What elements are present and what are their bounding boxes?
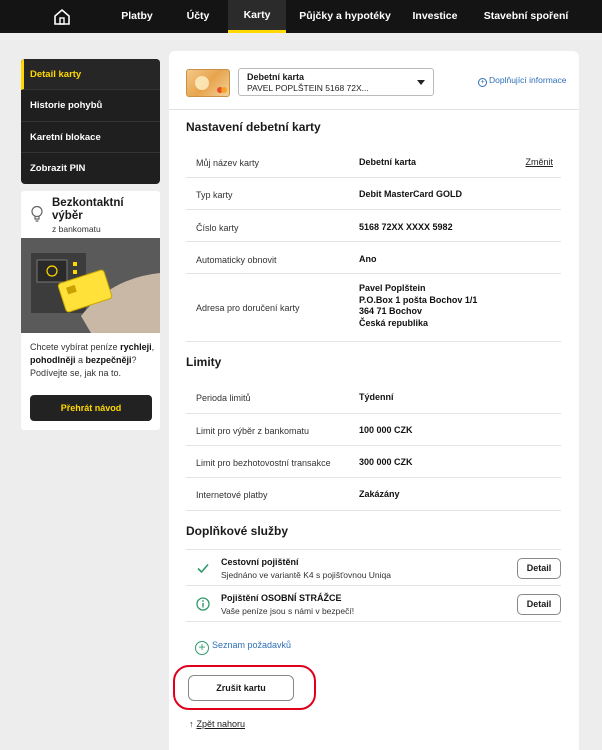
service-item-personal-guard: Pojištění OSOBNÍ STRÁŽCE Vaše peníze jso… <box>186 586 561 622</box>
card-selector-number: PAVEL POPLŠTEIN 5168 72X... <box>247 83 369 93</box>
promo-title: Bezkontaktní výběr <box>52 197 124 222</box>
card-selector-dropdown[interactable]: Debetní karta PAVEL POPLŠTEIN 5168 72X..… <box>238 68 434 96</box>
nav-pujcky[interactable]: Půjčky a hypotéky <box>296 0 394 33</box>
promo-box: Bezkontaktní výběr z bankomatu Chcete vy… <box>21 191 160 430</box>
table-row: Můj název karty Debetní karta Změnit <box>186 145 561 178</box>
settings-title: Nastavení debetní karty <box>186 120 321 134</box>
change-name-link[interactable]: Změnit <box>525 157 553 167</box>
promo-subtitle: z bankomatu <box>52 224 101 234</box>
table-row: Číslo karty 5168 72XX XXXX 5982 <box>186 210 561 242</box>
service-item-travel-insurance: Cestovní pojištění Sjednáno ve variantě … <box>186 549 561 586</box>
divider <box>169 109 579 110</box>
nav-stavebni-sporeni[interactable]: Stavební spoření <box>480 0 572 33</box>
lightbulb-icon <box>31 205 43 222</box>
nav-investice[interactable]: Investice <box>404 0 466 33</box>
table-row: Automaticky obnovit Ano <box>186 242 561 274</box>
atm-card-illustration <box>21 238 160 333</box>
table-row: Typ karty Debit MasterCard GOLD <box>186 178 561 210</box>
sidebar-menu: Detail karty Historie pohybů Karetní blo… <box>21 59 160 184</box>
sidebar-item-zobrazit-pin[interactable]: Zobrazit PIN <box>21 153 160 184</box>
top-navigation: Platby Účty Karty Půjčky a hypotéky Inve… <box>0 0 602 33</box>
home-icon[interactable] <box>52 7 72 27</box>
card-detail-panel: Debetní karta PAVEL POPLŠTEIN 5168 72X..… <box>169 51 579 750</box>
info-icon <box>196 597 210 611</box>
table-row: Limit pro výběr z bankomatu 100 000 CZK <box>186 414 561 446</box>
plus-circle-icon: + <box>478 78 487 87</box>
table-row: Limit pro bezhotovostní transakce 300 00… <box>186 446 561 478</box>
back-to-top-link[interactable]: ↑ Zpět nahoru <box>189 719 245 729</box>
services-title: Doplňkové služby <box>186 524 289 538</box>
personal-guard-detail-button[interactable]: Detail <box>517 594 561 615</box>
nav-karty[interactable]: Karty <box>228 0 286 33</box>
sidebar-item-detail-karty[interactable]: Detail karty <box>21 59 160 91</box>
table-row: Internetové platby Zakázány <box>186 478 561 511</box>
promo-image <box>21 238 160 333</box>
check-icon <box>197 563 209 574</box>
promo-text: Chcete vybírat peníze rychleji, pohodlně… <box>30 342 155 378</box>
chevron-down-icon <box>417 80 425 85</box>
arrow-up-icon: ↑ <box>189 719 194 729</box>
travel-insurance-detail-button[interactable]: Detail <box>517 558 561 579</box>
sidebar-item-karetni-blokace[interactable]: Karetní blokace <box>21 122 160 153</box>
card-thumbnail <box>186 69 230 97</box>
additional-info-link[interactable]: + Doplňující informace <box>478 75 566 87</box>
sidebar-item-historie-pohybu[interactable]: Historie pohybů <box>21 90 160 122</box>
table-row-address: Adresa pro doručení karty Pavel Poplštei… <box>186 274 561 342</box>
nav-ucty[interactable]: Účty <box>175 0 221 33</box>
play-tutorial-button[interactable]: Přehrát návod <box>30 395 152 421</box>
nav-platby[interactable]: Platby <box>110 0 164 33</box>
highlight-annotation <box>173 665 316 710</box>
plus-circle-icon: + <box>195 641 209 655</box>
request-list-link[interactable]: + Seznam požadavků <box>195 640 291 655</box>
table-row: Perioda limitů Týdenní <box>186 381 561 414</box>
limits-title: Limity <box>186 355 222 369</box>
card-selector-name: Debetní karta <box>247 72 305 82</box>
